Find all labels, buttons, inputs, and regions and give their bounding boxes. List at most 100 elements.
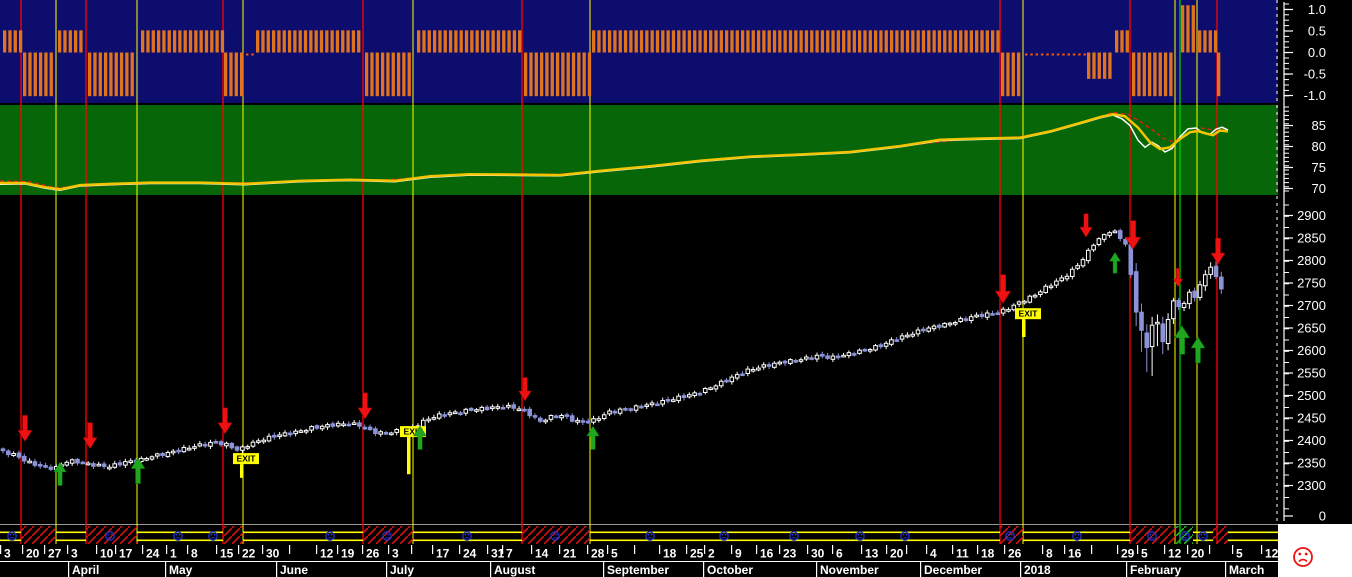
week-tick-label: 12 bbox=[1265, 547, 1279, 561]
week-tick-label: 18 bbox=[981, 547, 995, 561]
candle-body bbox=[947, 322, 953, 326]
month-label: December bbox=[924, 563, 982, 577]
week-tick-label: 2 bbox=[708, 547, 715, 561]
candle-body bbox=[591, 418, 596, 423]
candle-body bbox=[575, 419, 580, 423]
chart-canvas[interactable]: EXITEXITEXIT3 20 27 3 10 17 24 1 8 15 22 30 12 19 26 3 1… bbox=[0, 0, 1352, 577]
week-tick-label: 21 bbox=[563, 547, 577, 561]
candle-body bbox=[367, 426, 373, 431]
candle-body bbox=[394, 429, 399, 433]
candle-body bbox=[303, 429, 309, 433]
candle-body bbox=[293, 430, 298, 435]
candle-body bbox=[6, 450, 11, 456]
week-tick-label: 5 bbox=[611, 547, 618, 561]
candle-body bbox=[144, 458, 149, 461]
candle-body bbox=[1128, 244, 1134, 275]
candle-body bbox=[1112, 230, 1118, 234]
candle-body bbox=[80, 461, 86, 465]
candle-body bbox=[623, 408, 628, 411]
candle-body bbox=[702, 388, 708, 393]
week-tick-label: 17 bbox=[119, 547, 133, 561]
candle-body bbox=[756, 367, 761, 371]
candle-body bbox=[820, 353, 825, 357]
short-ribbon-hatch bbox=[223, 526, 243, 544]
axis-tick-label: 2650 bbox=[1297, 321, 1326, 336]
candle-body bbox=[192, 446, 197, 449]
candle-body bbox=[713, 385, 719, 390]
candle-body bbox=[559, 415, 564, 419]
candle-body bbox=[995, 312, 1001, 315]
candle-body bbox=[64, 461, 70, 466]
candle-body bbox=[905, 334, 910, 338]
candle-body bbox=[830, 355, 836, 360]
candle-body bbox=[1144, 332, 1150, 348]
price-panel[interactable] bbox=[0, 197, 1278, 523]
candle-body bbox=[277, 434, 282, 438]
candle-body bbox=[346, 423, 352, 427]
candle-body bbox=[825, 355, 830, 359]
candle-body bbox=[607, 410, 612, 415]
candle-body bbox=[841, 354, 846, 358]
week-tick-label: 14 bbox=[535, 547, 549, 561]
axis-tick-label: 2800 bbox=[1297, 253, 1326, 268]
week-tick-label: 24 bbox=[463, 547, 477, 561]
candle-body bbox=[990, 313, 995, 316]
candle-body bbox=[1203, 274, 1208, 287]
candle-body bbox=[383, 432, 389, 435]
candle-body bbox=[335, 422, 341, 427]
candle-body bbox=[314, 425, 320, 429]
candle-body bbox=[495, 406, 501, 409]
candle-body bbox=[261, 439, 266, 443]
candle-body bbox=[1086, 249, 1091, 262]
candle-body bbox=[155, 453, 160, 457]
axis-tick-label: 70 bbox=[1312, 181, 1326, 196]
candle-body bbox=[373, 428, 378, 434]
candle-body bbox=[1080, 259, 1086, 267]
candle-body bbox=[186, 447, 192, 451]
short-ribbon-hatch bbox=[1213, 526, 1228, 544]
candle-body bbox=[1133, 271, 1139, 313]
week-tick-label: 29 bbox=[1121, 547, 1135, 561]
candle-body bbox=[229, 442, 235, 449]
candle-body bbox=[351, 422, 357, 425]
candle-body bbox=[266, 435, 272, 442]
week-tick-label: 17 bbox=[436, 547, 450, 561]
candle-body bbox=[724, 379, 729, 383]
candle-body bbox=[43, 465, 48, 468]
candle-body bbox=[447, 412, 453, 416]
candle-body bbox=[1176, 300, 1182, 308]
candle-body bbox=[857, 349, 862, 354]
candle-body bbox=[772, 362, 777, 368]
candle-body bbox=[1208, 266, 1213, 275]
axis-tick-label: -0.5 bbox=[1304, 67, 1326, 82]
candle-body bbox=[69, 459, 75, 464]
candle-body bbox=[660, 400, 666, 405]
candle-body bbox=[931, 325, 937, 330]
candle-body bbox=[926, 327, 932, 332]
week-tick-label: 22 bbox=[242, 547, 256, 561]
week-tick-label: 3 bbox=[71, 547, 78, 561]
candle-body bbox=[378, 431, 383, 435]
candle-body bbox=[910, 333, 916, 337]
candle-body bbox=[692, 392, 697, 396]
date-axis[interactable]: 3 20 27 3 10 17 24 1 8 15 22 30 12 19 26 3 17 24 31 7 14 21 28… bbox=[0, 545, 1279, 577]
candle-body bbox=[362, 426, 368, 430]
axis-tick-label: 2300 bbox=[1297, 478, 1326, 493]
axis-tick-label: 75 bbox=[1312, 160, 1326, 175]
candle-body bbox=[793, 360, 799, 363]
candle-body bbox=[1059, 277, 1065, 282]
candle-body bbox=[516, 408, 522, 412]
candle-body bbox=[330, 423, 336, 427]
week-tick-label: 24 bbox=[146, 547, 160, 561]
candle-body bbox=[788, 359, 793, 364]
axis-tick-label: 85 bbox=[1312, 118, 1326, 133]
candle-body bbox=[548, 415, 554, 420]
candle-body bbox=[202, 443, 208, 447]
candle-body bbox=[1160, 323, 1166, 343]
candle-body bbox=[1048, 285, 1054, 289]
candle-body bbox=[101, 463, 107, 467]
candle-body bbox=[250, 441, 256, 447]
candle-body bbox=[1181, 302, 1187, 308]
candle-body bbox=[436, 413, 442, 419]
candle-body bbox=[234, 446, 240, 451]
